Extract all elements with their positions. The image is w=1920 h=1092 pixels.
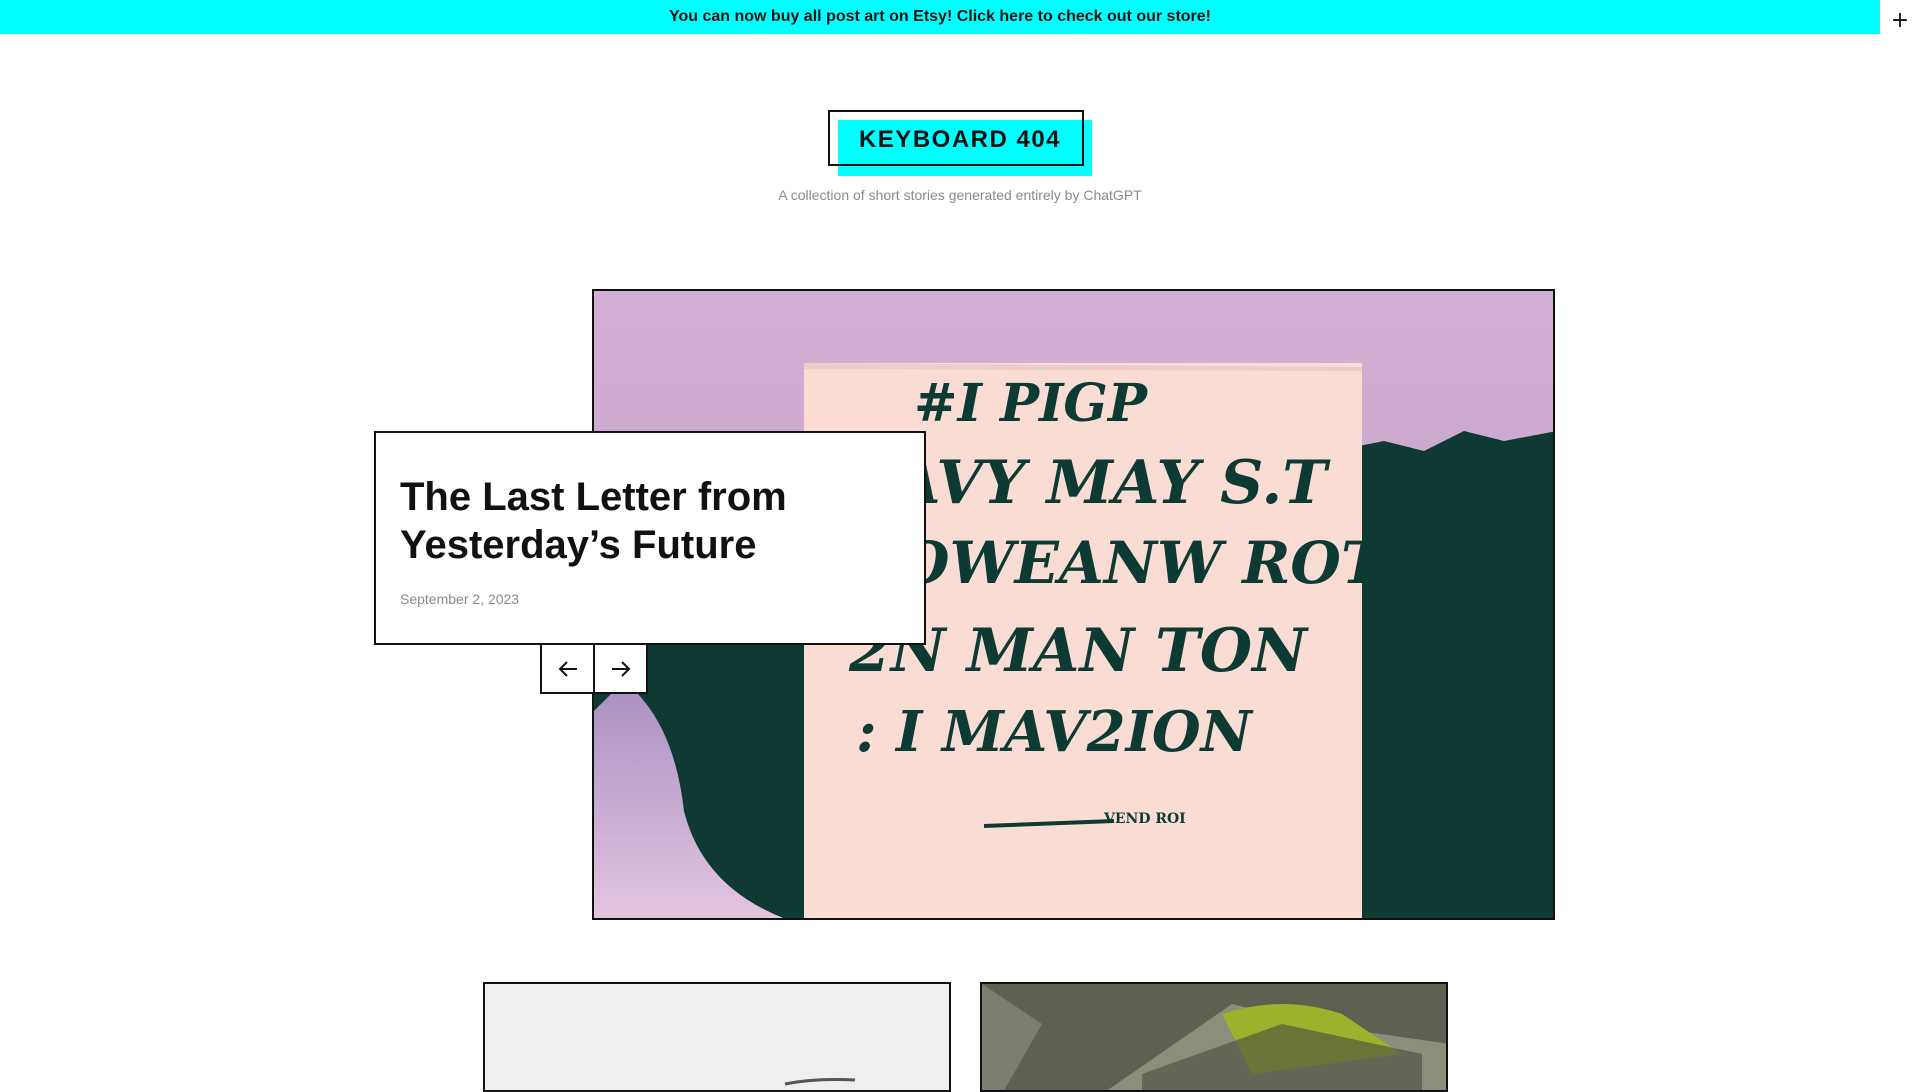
slider-prev-button[interactable] xyxy=(540,643,595,694)
post-thumbnail[interactable] xyxy=(483,982,951,1092)
site-tagline: A collection of short stories generated … xyxy=(778,187,1142,203)
logo-frame: KEYBOARD 404 xyxy=(828,110,1084,166)
post-title[interactable]: The Last Letter from Yesterday’s Future xyxy=(400,473,900,569)
plus-icon[interactable]: + xyxy=(1880,0,1920,40)
arrow-left-icon xyxy=(558,660,577,677)
post-date: September 2, 2023 xyxy=(400,591,520,607)
featured-post-card: The Last Letter from Yesterday’s Future … xyxy=(374,431,926,645)
site-logo[interactable]: KEYBOARD 404 xyxy=(828,110,1092,176)
thumbnail-artwork xyxy=(485,984,949,1090)
thumbnail-artwork xyxy=(982,984,1446,1090)
svg-text:: I MAV2ION: : I MAV2ION xyxy=(856,699,1254,765)
announcement-bar[interactable]: You can now buy all post art on Etsy! Cl… xyxy=(0,0,1880,34)
svg-text:OWEANW ROT: OWEANW ROT xyxy=(899,529,1388,597)
arrow-right-icon xyxy=(611,660,630,677)
svg-text:#I PIGP: #I PIGP xyxy=(914,373,1149,434)
svg-text:VEND ROI: VEND ROI xyxy=(1103,811,1186,827)
announcement-text[interactable]: You can now buy all post art on Etsy! Cl… xyxy=(669,8,1211,26)
svg-text:AVY MAY S.T: AVY MAY S.T xyxy=(889,448,1331,518)
logo-text: KEYBOARD 404 xyxy=(858,126,1062,153)
slider-next-button[interactable] xyxy=(593,643,648,694)
post-thumbnail[interactable] xyxy=(980,982,1448,1092)
